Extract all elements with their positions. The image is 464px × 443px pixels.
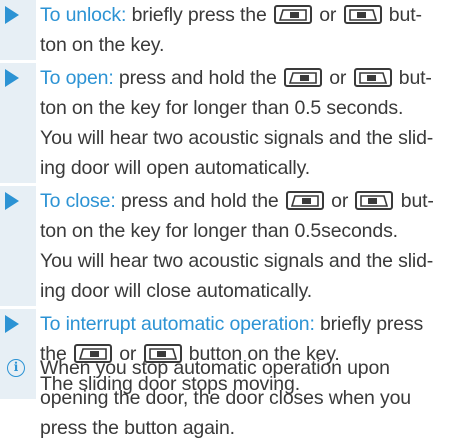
step-arrow-icon [5, 6, 19, 24]
step-arrow-icon [5, 192, 19, 210]
instruction-lead: To interrupt automatic operation: [40, 313, 315, 335]
instruction-lead: To unlock: [40, 4, 127, 26]
sliding-door-left-key-icon [283, 67, 322, 87]
info-icon: i [7, 359, 25, 377]
step-arrow-icon [5, 315, 19, 333]
sliding-door-left-key-icon [273, 4, 312, 24]
step-arrow-icon [5, 69, 19, 87]
instruction-lead: To open: [40, 67, 114, 89]
instruction-text: To open: press and hold the or but- ton … [40, 67, 434, 179]
sliding-door-right-key-icon [355, 190, 394, 210]
instruction-lead: To close: [40, 190, 116, 212]
sliding-door-right-key-icon [353, 67, 392, 87]
sliding-door-right-key-icon [343, 4, 382, 24]
instruction-text: To unlock: briefly press the or but- ton… [40, 4, 422, 56]
note-text: When you stop automatic operation upon o… [40, 357, 411, 439]
sliding-door-left-key-icon [285, 190, 324, 210]
instruction-text: To close: press and hold the or but- ton… [40, 190, 434, 302]
